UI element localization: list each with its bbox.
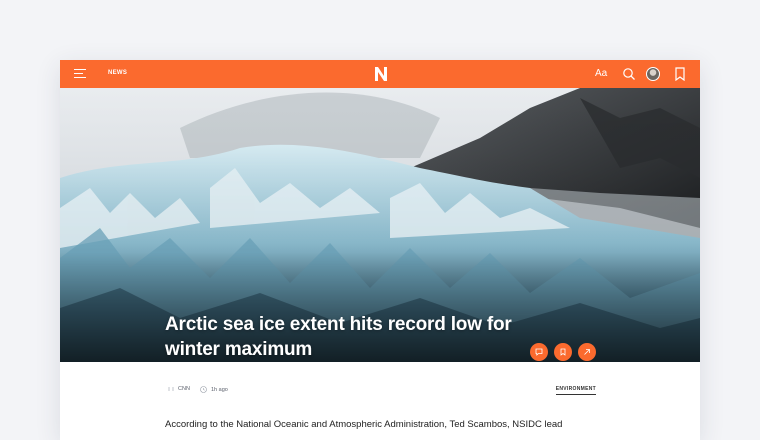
save-button[interactable] xyxy=(554,343,572,361)
source-info[interactable]: CNN xyxy=(168,386,190,392)
article-meta: CNN 1h ago ENVIRONMENT xyxy=(168,386,596,398)
source-icon xyxy=(168,387,174,391)
category-tag[interactable]: ENVIRONMENT xyxy=(555,386,596,395)
source-name: CNN xyxy=(178,386,190,392)
article-body-fade: ​ xyxy=(165,435,605,440)
top-navigation-bar: NEWS Aa xyxy=(60,60,700,88)
published-time: 1h ago xyxy=(200,386,228,393)
font-size-button[interactable]: Aa xyxy=(595,68,607,79)
bookmark-icon xyxy=(560,348,566,356)
bookmark-icon[interactable] xyxy=(674,67,686,81)
clock-icon xyxy=(200,386,207,393)
section-label[interactable]: NEWS xyxy=(108,70,127,76)
article-body: According to the National Oceanic and At… xyxy=(165,417,605,440)
search-icon[interactable] xyxy=(622,67,636,81)
avatar[interactable] xyxy=(646,67,660,81)
time-ago: 1h ago xyxy=(211,386,228,393)
article-window: NEWS Aa Arctic sea ice extent hits recor… xyxy=(60,60,700,440)
share-arrow-icon xyxy=(584,349,590,355)
article-actions xyxy=(530,343,596,361)
comment-icon xyxy=(535,348,543,356)
share-button[interactable] xyxy=(578,343,596,361)
comment-button[interactable] xyxy=(530,343,548,361)
menu-icon[interactable] xyxy=(74,69,86,79)
logo-icon[interactable] xyxy=(374,66,388,82)
article-headline[interactable]: Arctic sea ice extent hits record low fo… xyxy=(165,312,525,362)
hero-image: Arctic sea ice extent hits record low fo… xyxy=(60,88,700,362)
article-body-first-line: According to the National Oceanic and At… xyxy=(165,419,563,430)
